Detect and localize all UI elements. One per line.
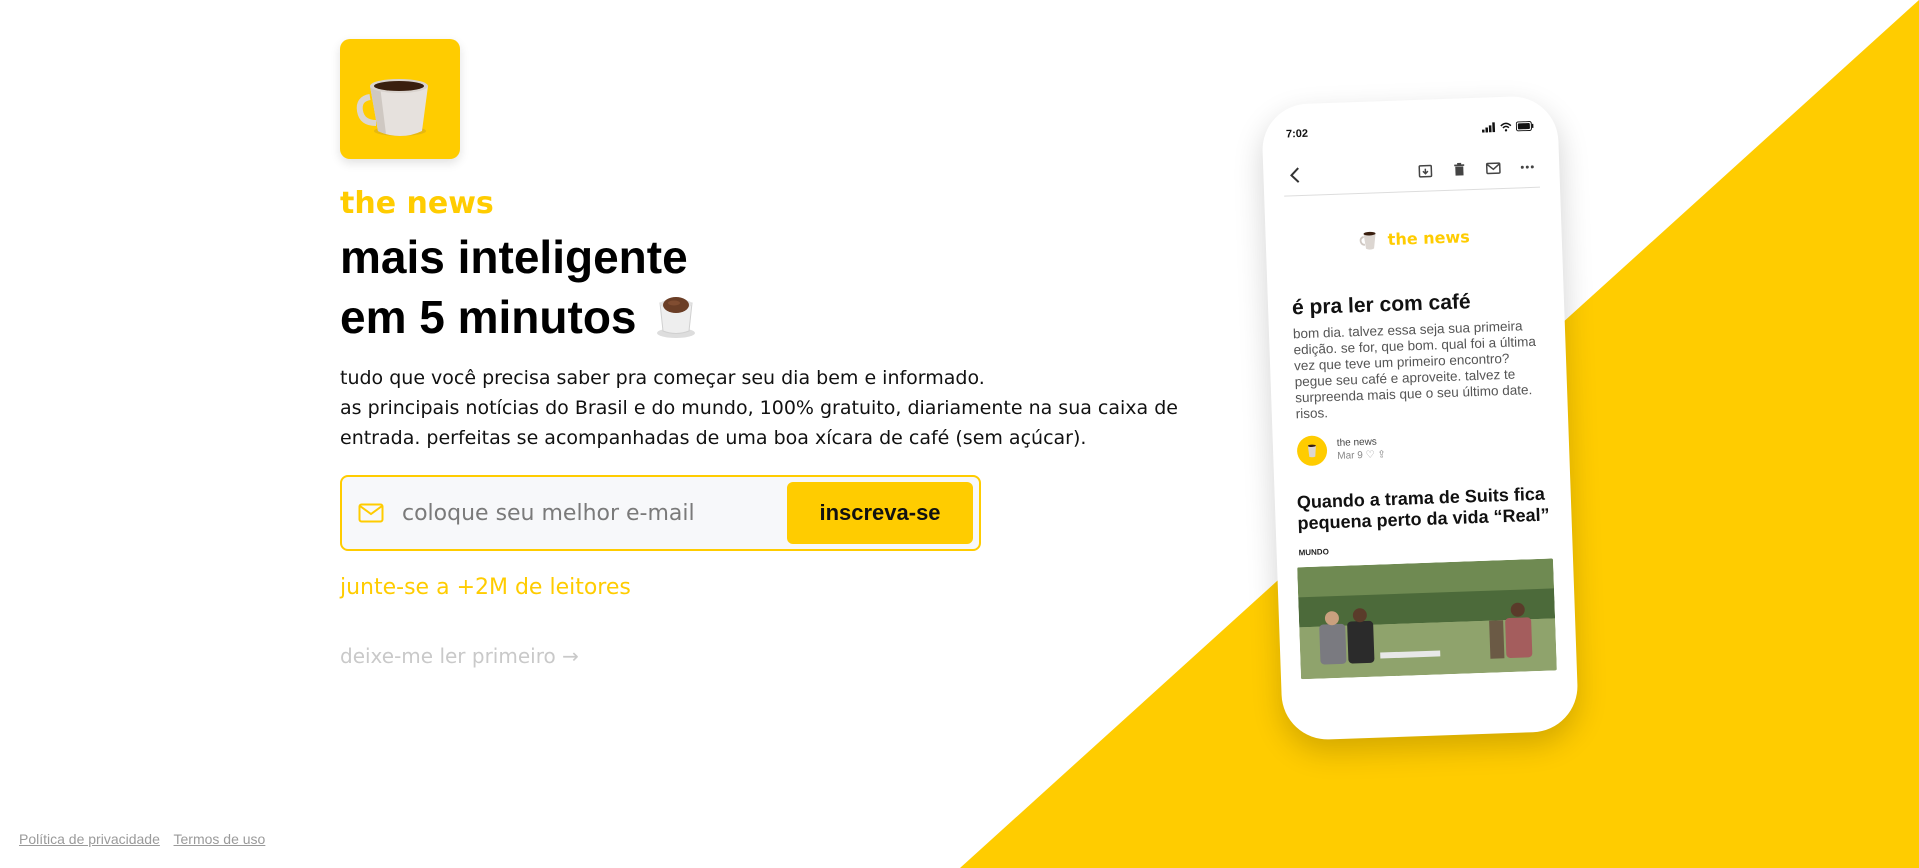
trash-icon[interactable] xyxy=(1447,157,1472,182)
footer: Política de privacidade Termos de uso xyxy=(19,831,275,847)
heart-icon[interactable]: ♡ xyxy=(1365,450,1374,461)
join-readers-text: junte-se a +2M de leitores xyxy=(340,575,631,600)
phone-status-bar: 7:02 xyxy=(1282,114,1539,147)
subscribe-button[interactable]: inscreva-se xyxy=(787,482,973,544)
avatar xyxy=(1296,435,1328,467)
headline: mais inteligente em 5 minutos xyxy=(340,227,1240,347)
share-icon[interactable]: ⇪ xyxy=(1377,449,1386,460)
phone-time: 7:02 xyxy=(1285,127,1309,141)
terms-of-use-link[interactable]: Termos de uso xyxy=(174,831,266,847)
email-input[interactable] xyxy=(402,483,787,543)
coffee-mug-icon xyxy=(1307,444,1316,458)
description-line-2: as principais notícias do Brasil e do mu… xyxy=(340,397,1178,449)
interview-photo xyxy=(1297,558,1557,680)
email-body: bom dia. talvez essa seja sua primeira e… xyxy=(1292,318,1537,422)
wifi-icon xyxy=(1500,122,1512,132)
author-name: the news xyxy=(1336,436,1378,449)
description: tudo que você precisa saber pra começar … xyxy=(340,363,1220,453)
mail-icon[interactable] xyxy=(1481,155,1506,180)
coffee-mug-icon xyxy=(356,79,428,136)
mail-brand-name: the news xyxy=(1387,226,1471,249)
archive-icon[interactable] xyxy=(1413,158,1438,183)
email-title: é pra ler com café xyxy=(1291,290,1471,320)
logo xyxy=(340,39,460,159)
headline-line-2: em 5 minutos xyxy=(340,291,637,343)
author-date: Mar 9 xyxy=(1337,450,1364,462)
description-line-1: tudo que você precisa saber pra começar … xyxy=(340,367,985,389)
signup-form: inscreva-se xyxy=(340,475,981,551)
hero-section: the news mais inteligente em 5 minutos t… xyxy=(340,39,1240,668)
battery-icon xyxy=(1515,121,1534,132)
more-options-icon[interactable] xyxy=(1515,154,1540,179)
headline-line-1: mais inteligente xyxy=(340,231,688,283)
story-photo xyxy=(1297,558,1557,680)
privacy-policy-link[interactable]: Política de privacidade xyxy=(19,831,160,847)
signal-icon xyxy=(1481,122,1496,133)
coffee-cup-icon xyxy=(656,297,695,338)
read-first-link[interactable]: deixe-me ler primeiro → xyxy=(340,644,579,668)
brand-name: the news xyxy=(340,186,494,221)
back-arrow-icon[interactable] xyxy=(1283,162,1308,187)
story-section: MUNDO xyxy=(1298,547,1329,558)
email-author: the news Mar 9 ♡ ⇪ xyxy=(1293,428,1550,467)
envelope-icon xyxy=(358,503,384,523)
coffee-mug-icon xyxy=(1359,231,1376,250)
phone-mockup: 7:02 the news é pra ler com café bom dia… xyxy=(1260,95,1580,741)
mail-brand: the news xyxy=(1285,222,1542,255)
story-title: Quando a trama de Suits fica pequena per… xyxy=(1296,483,1550,534)
mail-toolbar xyxy=(1282,145,1541,197)
